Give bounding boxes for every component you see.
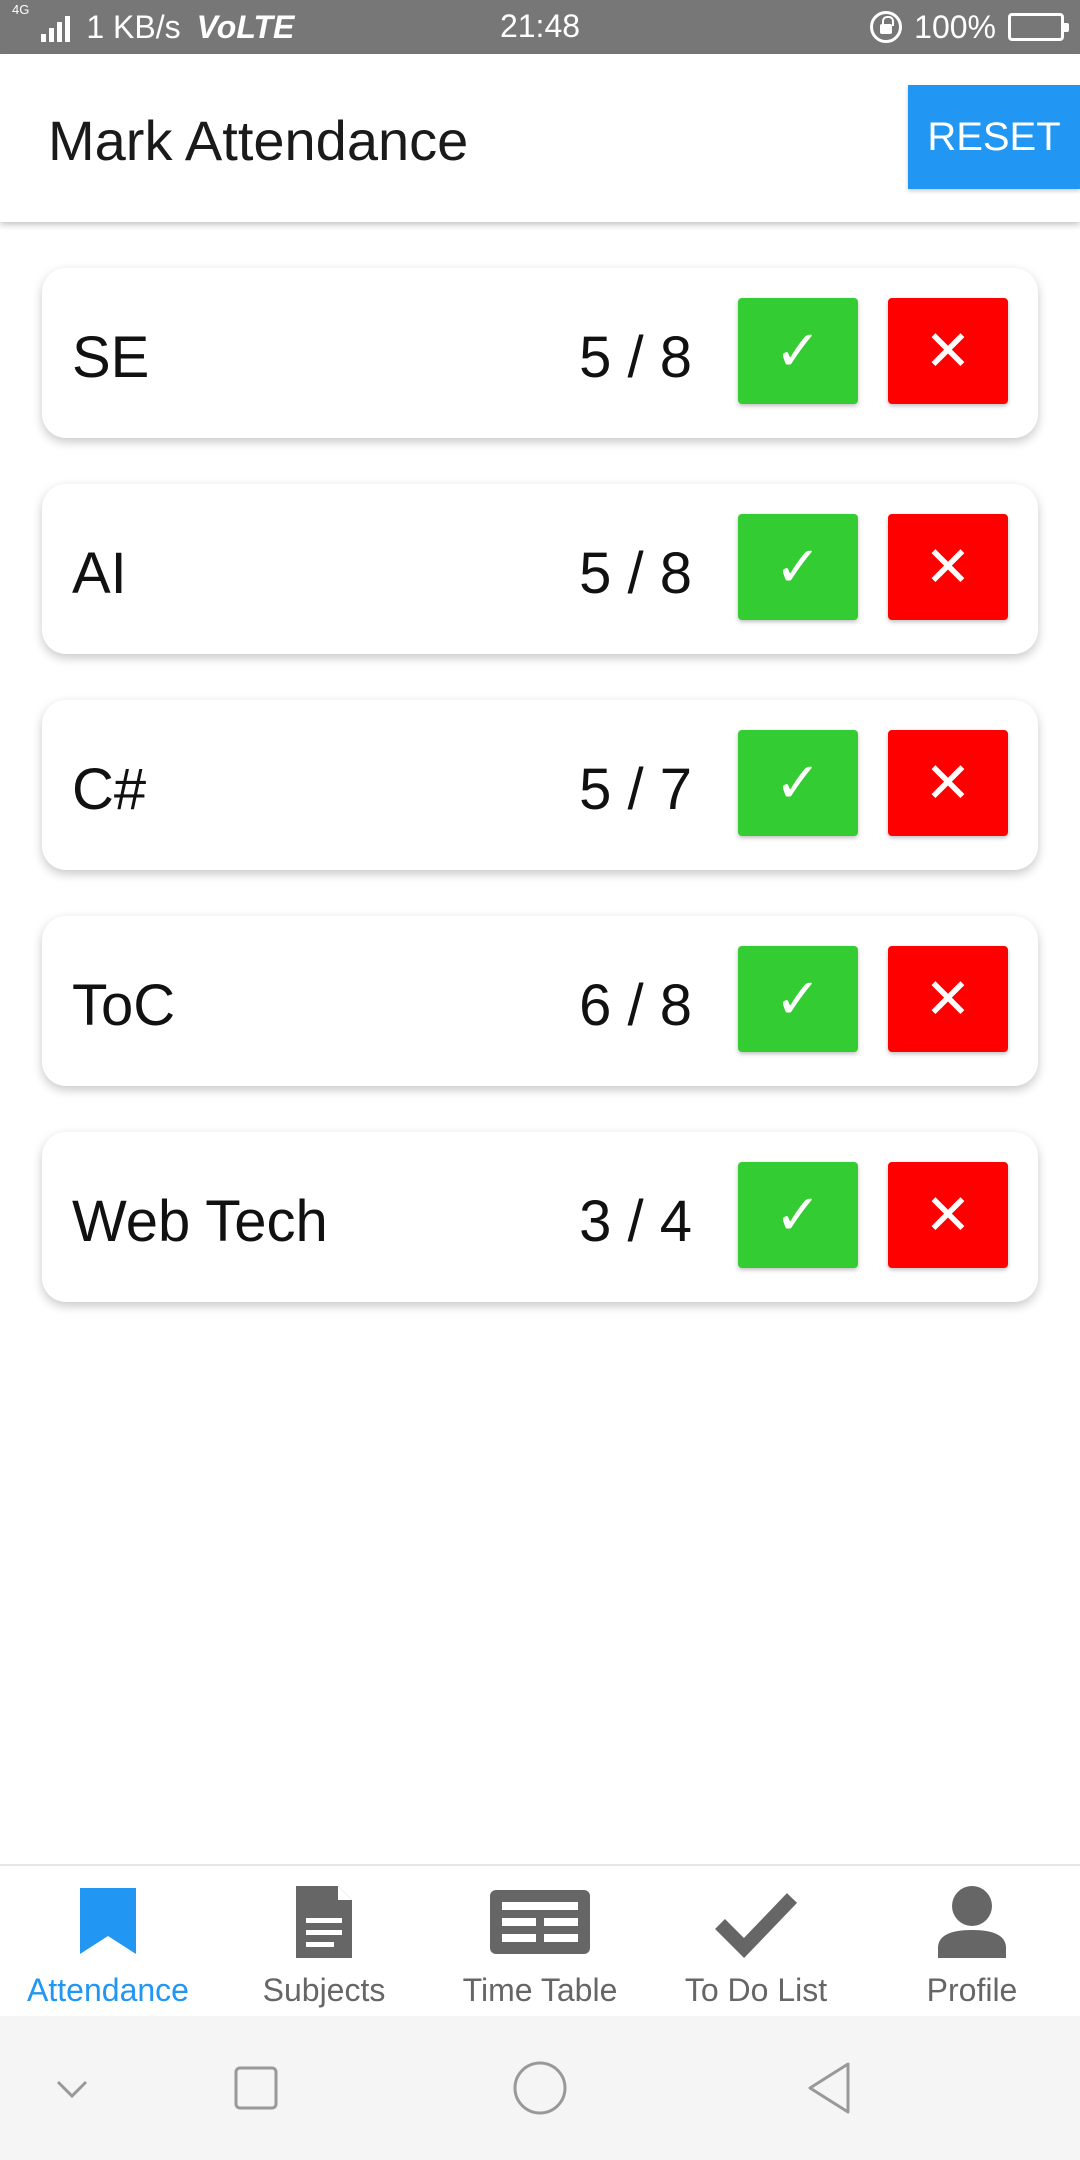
mark-present-button[interactable]: ✓ bbox=[738, 514, 858, 620]
subject-name: AI bbox=[72, 541, 127, 606]
status-right: 100% bbox=[870, 0, 1069, 54]
nav-attendance[interactable]: Attendance bbox=[0, 1866, 216, 2018]
subject-card: SE 5 / 8 ✓ ✕ bbox=[42, 268, 1038, 438]
app-bar: Mark Attendance RESET bbox=[0, 54, 1080, 222]
close-icon: ✕ bbox=[924, 319, 972, 382]
newspaper-icon bbox=[490, 1890, 590, 1954]
nav-profile[interactable]: Profile bbox=[864, 1866, 1080, 2018]
chevron-down-icon[interactable] bbox=[40, 2056, 104, 2120]
close-icon: ✕ bbox=[924, 1183, 972, 1246]
nav-label: Attendance bbox=[27, 1972, 189, 2008]
mark-present-button[interactable]: ✓ bbox=[738, 730, 858, 836]
mark-present-button[interactable]: ✓ bbox=[738, 1162, 858, 1268]
mark-present-button[interactable]: ✓ bbox=[738, 946, 858, 1052]
attendance-count: 5 / 8 bbox=[579, 325, 692, 390]
attendance-count: 5 / 7 bbox=[579, 757, 692, 822]
check-icon: ✓ bbox=[774, 1183, 822, 1246]
battery-icon bbox=[1008, 13, 1069, 41]
nav-label: Subjects bbox=[262, 1972, 386, 2008]
check-icon: ✓ bbox=[774, 535, 822, 598]
mark-absent-button[interactable]: ✕ bbox=[888, 298, 1008, 404]
page-title: Mark Attendance bbox=[48, 109, 469, 172]
status-bar: 4G 1 KB/s VoLTE 21:48 100% bbox=[0, 0, 1080, 54]
subject-name: C# bbox=[72, 757, 147, 822]
check-icon: ✓ bbox=[774, 319, 822, 382]
attendance-count: 5 / 8 bbox=[579, 541, 692, 606]
person-icon bbox=[938, 1886, 1006, 1958]
system-navigation-bar bbox=[0, 2016, 1080, 2160]
reset-button[interactable]: RESET bbox=[908, 85, 1080, 189]
subject-name: SE bbox=[72, 325, 150, 390]
nav-label: To Do List bbox=[684, 1972, 828, 2008]
subject-name: ToC bbox=[72, 973, 176, 1038]
mark-absent-button[interactable]: ✕ bbox=[888, 514, 1008, 620]
bookmark-icon bbox=[80, 1888, 136, 1954]
check-icon: ✓ bbox=[774, 967, 822, 1030]
subject-name: Web Tech bbox=[72, 1189, 328, 1254]
check-icon bbox=[715, 1893, 798, 1959]
check-icon: ✓ bbox=[774, 751, 822, 814]
attendance-count: 6 / 8 bbox=[579, 973, 692, 1038]
attendance-count: 3 / 4 bbox=[579, 1189, 692, 1254]
subject-card: ToC 6 / 8 ✓ ✕ bbox=[42, 916, 1038, 1086]
back-icon[interactable] bbox=[798, 2056, 862, 2120]
mark-present-button[interactable]: ✓ bbox=[738, 298, 858, 404]
subject-card: C# 5 / 7 ✓ ✕ bbox=[42, 700, 1038, 870]
screen: 4G 1 KB/s VoLTE 21:48 100% Mark Attendan… bbox=[0, 0, 1080, 2160]
close-icon: ✕ bbox=[924, 967, 972, 1030]
mark-absent-button[interactable]: ✕ bbox=[888, 946, 1008, 1052]
nav-subjects[interactable]: Subjects bbox=[216, 1866, 432, 2018]
close-icon: ✕ bbox=[924, 751, 972, 814]
document-icon bbox=[296, 1886, 352, 1958]
bottom-navigation: Attendance Subjects Time Table To Do Lis… bbox=[0, 1864, 1080, 2016]
subject-card: Web Tech 3 / 4 ✓ ✕ bbox=[42, 1132, 1038, 1302]
mark-absent-button[interactable]: ✕ bbox=[888, 730, 1008, 836]
rotation-lock-icon bbox=[870, 11, 903, 43]
recent-apps-icon[interactable] bbox=[224, 2056, 288, 2120]
home-icon[interactable] bbox=[508, 2056, 572, 2120]
mark-absent-button[interactable]: ✕ bbox=[888, 1162, 1008, 1268]
nav-to-do-list[interactable]: To Do List bbox=[648, 1866, 864, 2018]
close-icon: ✕ bbox=[924, 535, 972, 598]
battery-percent: 100% bbox=[914, 8, 996, 45]
nav-time-table[interactable]: Time Table bbox=[432, 1866, 648, 2018]
nav-label: Profile bbox=[926, 1972, 1018, 2008]
nav-label: Time Table bbox=[462, 1972, 618, 2008]
subject-card: AI 5 / 8 ✓ ✕ bbox=[42, 484, 1038, 654]
